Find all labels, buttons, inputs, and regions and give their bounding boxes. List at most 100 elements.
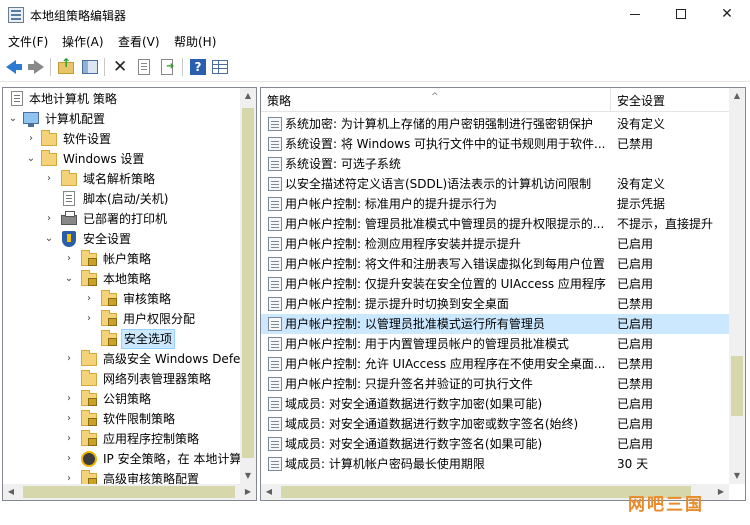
policy-setting-icon	[268, 337, 282, 351]
tree-item-application-control[interactable]: › 应用程序控制策略	[3, 429, 240, 449]
tree-item-audit-policy[interactable]: › 审核策略	[3, 289, 240, 309]
list-item[interactable]: 用户帐户控制: 只提升签名并验证的可执行文件 已禁用	[261, 374, 729, 394]
menu-action[interactable]: 操作(A)	[62, 33, 104, 50]
menu-view[interactable]: 查看(V)	[118, 33, 160, 50]
close-button[interactable]: ✕	[704, 0, 750, 30]
delete-button[interactable]: ✕	[110, 57, 130, 77]
policy-icon	[9, 91, 25, 107]
tree-item-account-policies[interactable]: › 帐户策略	[3, 249, 240, 269]
expand-toggle-icon[interactable]: ›	[63, 429, 75, 449]
tree-horizontal-scrollbar[interactable]: ◀ ▶	[3, 484, 256, 500]
tree-item-software-settings[interactable]: › 软件设置	[3, 129, 240, 149]
list-item[interactable]: 系统设置: 将 Windows 可执行文件中的证书规则用于软件... 已禁用	[261, 134, 729, 154]
scroll-right-icon[interactable]: ▶	[713, 484, 729, 500]
expand-toggle-icon[interactable]: ›	[43, 169, 55, 189]
expand-toggle-icon[interactable]: ⌄	[63, 269, 75, 289]
view-button[interactable]	[210, 57, 230, 77]
show-hide-tree-button[interactable]	[80, 57, 100, 77]
scroll-up-icon[interactable]: ▲	[729, 88, 745, 104]
policy-setting-icon	[268, 377, 282, 391]
security-setting-value: 已启用	[617, 237, 654, 251]
expand-toggle-icon[interactable]: ›	[83, 309, 95, 329]
tree-item-local-policies[interactable]: ⌄ 本地策略	[3, 269, 240, 289]
expand-toggle-icon[interactable]: ›	[25, 129, 37, 149]
console-tree[interactable]: 本地计算机 策略 ⌄ 计算机配置 › 软件设置 ⌄ Windows 设置 › 域…	[2, 87, 257, 501]
list-item[interactable]: 用户帐户控制: 提示提升时切换到安全桌面 已禁用	[261, 294, 729, 314]
maximize-button[interactable]	[658, 0, 704, 30]
policy-setting-icon	[268, 237, 282, 251]
list-item[interactable]: 以安全描述符定义语言(SDDL)语法表示的计算机访问限制 没有定义	[261, 174, 729, 194]
back-button[interactable]	[4, 57, 24, 77]
tree-item-security-settings[interactable]: ⌄ 安全设置	[3, 229, 240, 249]
expand-toggle-icon[interactable]: ›	[63, 449, 75, 469]
security-setting-value: 已启用	[617, 257, 654, 271]
scroll-up-icon[interactable]: ▲	[240, 88, 256, 104]
list-item[interactable]: 用户帐户控制: 将文件和注册表写入错误虚拟化到每用户位置 已启用	[261, 254, 729, 274]
tree-vertical-scrollbar[interactable]: ▲ ▼	[240, 88, 256, 484]
expand-toggle-icon[interactable]: ›	[83, 289, 95, 309]
tree-item-network-list-manager[interactable]: 网络列表管理器策略	[3, 369, 240, 389]
scroll-down-icon[interactable]: ▼	[240, 468, 256, 484]
list-vertical-scrollbar[interactable]: ▲ ▼	[729, 88, 745, 484]
scroll-left-icon[interactable]: ◀	[3, 484, 19, 500]
list-item-selected[interactable]: 用户帐户控制: 以管理员批准模式运行所有管理员 已启用	[261, 314, 729, 334]
scrollbar-thumb[interactable]	[731, 356, 743, 416]
menu-file[interactable]: 文件(F)	[8, 33, 48, 50]
scrollbar-thumb[interactable]	[23, 486, 235, 498]
ipsec-icon	[81, 451, 97, 467]
column-header-policy[interactable]: 策略 ^	[261, 88, 611, 112]
tree-item-deployed-printers[interactable]: › 已部署的打印机	[3, 209, 240, 229]
tree-item-windows-defender-firewall[interactable]: › 高级安全 Windows Defe	[3, 349, 240, 369]
column-header-security-setting[interactable]: 安全设置	[611, 88, 729, 112]
expand-toggle-icon[interactable]: ⌄	[7, 109, 19, 129]
tree-item-software-restriction[interactable]: › 软件限制策略	[3, 409, 240, 429]
tree-item-name-resolution-policy[interactable]: › 域名解析策略	[3, 169, 240, 189]
list-item[interactable]: 域成员: 对安全通道数据进行数字签名(如果可能) 已启用	[261, 434, 729, 454]
list-item[interactable]: 用户帐户控制: 用于内置管理员帐户的管理员批准模式 已启用	[261, 334, 729, 354]
policy-name: 域成员: 对安全通道数据进行数字加密(如果可能)	[285, 397, 543, 411]
tree-item-label: 网络列表管理器策略	[103, 372, 212, 386]
help-button[interactable]: ?	[188, 57, 208, 77]
tree-item-local-computer-policy[interactable]: 本地计算机 策略	[3, 89, 240, 109]
tree-item-computer-config[interactable]: ⌄ 计算机配置	[3, 109, 240, 129]
tree-item-scripts[interactable]: 脚本(启动/关机)	[3, 189, 240, 209]
list-item[interactable]: 用户帐户控制: 检测应用程序安装并提示提升 已启用	[261, 234, 729, 254]
list-item[interactable]: 域成员: 计算机帐户密码最长使用期限 30 天	[261, 454, 729, 474]
scroll-left-icon[interactable]: ◀	[261, 484, 277, 500]
properties-button[interactable]	[134, 57, 154, 77]
list-item[interactable]: 系统设置: 可选子系统	[261, 154, 729, 174]
policy-list[interactable]: 策略 ^ 安全设置 系统加密: 为计算机上存储的用户密钥强制进行强密钥保护 没有定…	[260, 87, 746, 501]
list-item[interactable]: 用户帐户控制: 标准用户的提升提示行为 提示凭据	[261, 194, 729, 214]
tree-item-windows-settings[interactable]: ⌄ Windows 设置	[3, 149, 240, 169]
scroll-down-icon[interactable]: ▼	[729, 468, 745, 484]
export-list-button[interactable]	[158, 57, 178, 77]
expand-toggle-icon[interactable]: ›	[63, 349, 75, 369]
expand-toggle-icon[interactable]: ⌄	[43, 229, 55, 249]
expand-toggle-icon[interactable]: ›	[63, 409, 75, 429]
scroll-right-icon[interactable]: ▶	[240, 484, 256, 500]
tree-item-user-rights-assignment[interactable]: › 用户权限分配	[3, 309, 240, 329]
tree-item-ip-security[interactable]: › IP 安全策略，在 本地计算	[3, 449, 241, 469]
expand-toggle-icon[interactable]: ⌄	[25, 149, 37, 169]
expand-toggle-icon[interactable]: ›	[43, 209, 55, 229]
expand-toggle-icon[interactable]: ›	[63, 249, 75, 269]
list-item[interactable]: 用户帐户控制: 管理员批准模式中管理员的提升权限提示的... 不提示，直接提升	[261, 214, 729, 234]
list-item[interactable]: 用户帐户控制: 仅提升安装在安全位置的 UIAccess 应用程序 已启用	[261, 274, 729, 294]
up-level-button[interactable]	[56, 56, 76, 77]
minimize-button[interactable]	[612, 0, 658, 30]
tree-item-label: 域名解析策略	[83, 172, 156, 186]
tree-item-security-options[interactable]: 安全选项	[3, 329, 240, 349]
list-item[interactable]: 域成员: 对安全通道数据进行数字加密(如果可能) 已启用	[261, 394, 729, 414]
forward-button[interactable]	[26, 57, 46, 77]
menu-help[interactable]: 帮助(H)	[174, 33, 216, 50]
security-setting-value: 不提示，直接提升	[617, 217, 714, 231]
list-item[interactable]: 系统加密: 为计算机上存储的用户密钥强制进行强密钥保护 没有定义	[261, 114, 729, 134]
list-item[interactable]: 域成员: 对安全通道数据进行数字加密或数字签名(始终) 已启用	[261, 414, 729, 434]
folder-lock-icon	[81, 270, 97, 287]
list-item[interactable]: 用户帐户控制: 允许 UIAccess 应用程序在不使用安全桌面... 已禁用	[261, 354, 729, 374]
expand-toggle-icon[interactable]: ›	[63, 389, 75, 409]
security-setting-value: 已启用	[617, 417, 654, 431]
computer-icon	[23, 111, 39, 127]
scrollbar-thumb[interactable]	[242, 108, 254, 458]
tree-item-public-key-policies[interactable]: › 公钥策略	[3, 389, 240, 409]
